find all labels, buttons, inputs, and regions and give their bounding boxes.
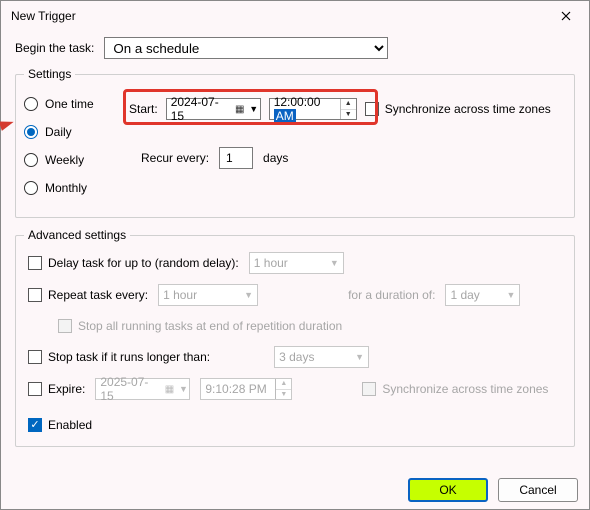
- calendar-icon: ▦: [232, 104, 248, 115]
- radio-label: Monthly: [45, 181, 87, 195]
- stop-if-checkbox[interactable]: Stop task if it runs longer than:: [28, 350, 210, 364]
- repeat-duration-combo: 1 day▼: [445, 284, 520, 306]
- start-time-value: 12:00:00 AM: [272, 95, 340, 123]
- begin-label: Begin the task:: [15, 41, 94, 55]
- recur-value-input[interactable]: 1: [219, 147, 253, 169]
- chevron-down-icon[interactable]: ▼: [248, 104, 260, 114]
- start-date-input[interactable]: 2024-07-15 ▦ ▼: [166, 98, 261, 120]
- calendar-icon: ▦: [161, 384, 177, 395]
- checkbox-label: Stop task if it runs longer than:: [48, 350, 210, 364]
- chevron-down-icon: ▼: [355, 352, 364, 362]
- repeat-value-combo: 1 hour▼: [158, 284, 258, 306]
- cancel-button[interactable]: Cancel: [498, 478, 578, 502]
- chevron-down-icon: ▼: [244, 290, 253, 300]
- close-icon: [561, 11, 571, 21]
- repeat-duration-label: for a duration of:: [348, 288, 435, 302]
- chevron-down-icon: ▼: [330, 258, 339, 268]
- chevron-down-icon: ▼: [276, 390, 291, 400]
- expire-checkbox[interactable]: Expire:: [28, 382, 85, 396]
- checkbox-label: Repeat task every:: [48, 288, 148, 302]
- recur-unit: days: [263, 151, 288, 165]
- start-label: Start:: [129, 102, 158, 116]
- radio-one-time[interactable]: One time: [24, 95, 119, 113]
- checkbox-icon: [28, 382, 42, 396]
- radio-monthly[interactable]: Monthly: [24, 179, 119, 197]
- settings-group: Settings One time Daily Weekly M: [15, 67, 575, 218]
- ok-button[interactable]: OK: [408, 478, 488, 502]
- checkbox-icon: [28, 350, 42, 364]
- checkbox-icon: [58, 319, 72, 333]
- radio-label: Daily: [45, 125, 72, 139]
- annotation-arrow-icon: [0, 117, 15, 131]
- recur-label: Recur every:: [141, 151, 209, 165]
- delay-checkbox[interactable]: Delay task for up to (random delay):: [28, 256, 239, 270]
- begin-task-select[interactable]: On a schedule: [104, 37, 388, 59]
- checkbox-icon: [28, 288, 42, 302]
- checkbox-label: Expire:: [48, 382, 85, 396]
- radio-label: One time: [45, 97, 94, 111]
- chevron-up-icon[interactable]: ▲: [341, 99, 356, 110]
- settings-legend: Settings: [24, 67, 75, 81]
- start-time-input[interactable]: 12:00:00 AM ▲▼: [269, 98, 357, 120]
- chevron-down-icon[interactable]: ▼: [341, 110, 356, 120]
- checkbox-label: Synchronize across time zones: [385, 102, 551, 116]
- advanced-group: Advanced settings Delay task for up to (…: [15, 228, 575, 447]
- start-date-value: 2024-07-15: [171, 95, 232, 123]
- checkbox-label: Synchronize across time zones: [382, 382, 548, 396]
- expire-sync-checkbox: Synchronize across time zones: [362, 382, 548, 396]
- radio-daily[interactable]: Daily: [24, 123, 119, 141]
- time-spinner[interactable]: ▲▼: [340, 99, 356, 119]
- chevron-down-icon: ▼: [177, 384, 189, 394]
- chevron-down-icon: ▼: [507, 290, 516, 300]
- expire-date-input: 2025-07-15 ▦ ▼: [95, 378, 190, 400]
- close-button[interactable]: [543, 1, 589, 31]
- radio-icon: [24, 153, 38, 167]
- radio-weekly[interactable]: Weekly: [24, 151, 119, 169]
- checkbox-label: Enabled: [48, 418, 92, 432]
- delay-value-combo: 1 hour▼: [249, 252, 344, 274]
- time-spinner: ▲▼: [275, 379, 291, 399]
- stop-if-value-combo: 3 days▼: [274, 346, 369, 368]
- expire-time-input: 9:10:28 PM ▲▼: [200, 378, 292, 400]
- window-title: New Trigger: [11, 9, 76, 23]
- radio-icon: [24, 181, 38, 195]
- stop-all-checkbox: Stop all running tasks at end of repetit…: [58, 319, 342, 333]
- radio-label: Weekly: [45, 153, 84, 167]
- radio-icon: [24, 97, 38, 111]
- radio-icon: [24, 125, 38, 139]
- checkbox-icon: [362, 382, 376, 396]
- advanced-legend: Advanced settings: [24, 228, 130, 242]
- sync-timezones-checkbox[interactable]: Synchronize across time zones: [365, 102, 551, 116]
- checkbox-icon: [28, 256, 42, 270]
- checkbox-icon: [365, 102, 379, 116]
- chevron-up-icon: ▲: [276, 379, 291, 390]
- repeat-checkbox[interactable]: Repeat task every:: [28, 288, 148, 302]
- checkbox-label: Stop all running tasks at end of repetit…: [78, 319, 342, 333]
- enabled-checkbox[interactable]: ✓ Enabled: [28, 418, 92, 432]
- checkbox-label: Delay task for up to (random delay):: [48, 256, 239, 270]
- checkbox-icon: ✓: [28, 418, 42, 432]
